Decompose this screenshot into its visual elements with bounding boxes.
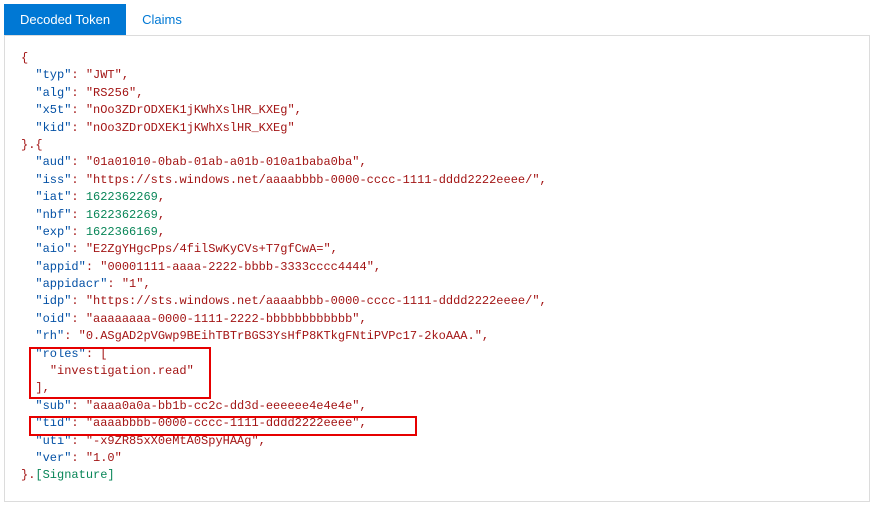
- key-iss: iss: [43, 173, 65, 187]
- val-appidacr: 1: [129, 277, 136, 291]
- val-ver: 1.0: [93, 451, 115, 465]
- val-tid: aaaabbbb-0000-cccc-1111-dddd2222eeee: [93, 416, 352, 430]
- signature-placeholder: [Signature]: [35, 468, 114, 482]
- val-rh: 0.ASgAD2pVGwp9BEihTBTrBGS3YsHfP8KTkgFNti…: [86, 329, 475, 343]
- key-rh: rh: [43, 329, 57, 343]
- val-alg: RS256: [93, 86, 129, 100]
- key-sub: sub: [43, 399, 65, 413]
- key-aio: aio: [43, 242, 65, 256]
- tab-bar: Decoded Token Claims: [4, 4, 870, 36]
- key-appidacr: appidacr: [43, 277, 101, 291]
- val-nbf: 1622362269: [86, 208, 158, 222]
- key-aud: aud: [43, 155, 65, 169]
- val-exp: 1622366169: [86, 225, 158, 239]
- key-tid: tid: [43, 416, 65, 430]
- key-uti: uti: [43, 434, 65, 448]
- key-ver: ver: [43, 451, 65, 465]
- tab-decoded-token[interactable]: Decoded Token: [4, 4, 126, 35]
- val-aio: E2ZgYHgcPps/4filSwKyCVs+T7gfCwA=: [93, 242, 323, 256]
- tab-claims[interactable]: Claims: [126, 4, 198, 35]
- val-typ: JWT: [93, 68, 115, 82]
- key-appid: appid: [43, 260, 79, 274]
- key-alg: alg: [43, 86, 65, 100]
- key-idp: idp: [43, 294, 65, 308]
- key-iat: iat: [43, 190, 65, 204]
- key-typ: typ: [43, 68, 65, 82]
- key-exp: exp: [43, 225, 65, 239]
- val-idp: https://sts.windows.net/aaaabbbb-0000-cc…: [93, 294, 532, 308]
- key-nbf: nbf: [43, 208, 65, 222]
- val-roles-0: investigation.read: [57, 364, 187, 378]
- val-oid: aaaaaaaa-0000-1111-2222-bbbbbbbbbbbb: [93, 312, 352, 326]
- val-kid: nOo3ZDrODXEK1jKWhXslHR_KXEg: [93, 121, 287, 135]
- key-roles: roles: [43, 347, 79, 361]
- val-iss: https://sts.windows.net/aaaabbbb-0000-cc…: [93, 173, 532, 187]
- key-oid: oid: [43, 312, 65, 326]
- val-iat: 1622362269: [86, 190, 158, 204]
- val-uti: -x9ZR85xX0eMtA0SpyHAAg: [93, 434, 251, 448]
- key-kid: kid: [43, 121, 65, 135]
- val-sub: aaaa0a0a-bb1b-cc2c-dd3d-eeeeee4e4e4e: [93, 399, 352, 413]
- val-x5t: nOo3ZDrODXEK1jKWhXslHR_KXEg: [93, 103, 287, 117]
- decoded-token-code: { "typ": "JWT", "alg": "RS256", "x5t": "…: [21, 50, 853, 485]
- token-panel: { "typ": "JWT", "alg": "RS256", "x5t": "…: [4, 36, 870, 502]
- val-appid: 00001111-aaaa-2222-bbbb-3333cccc4444: [107, 260, 366, 274]
- key-x5t: x5t: [43, 103, 65, 117]
- val-aud: 01a01010-0bab-01ab-a01b-010a1baba0ba: [93, 155, 352, 169]
